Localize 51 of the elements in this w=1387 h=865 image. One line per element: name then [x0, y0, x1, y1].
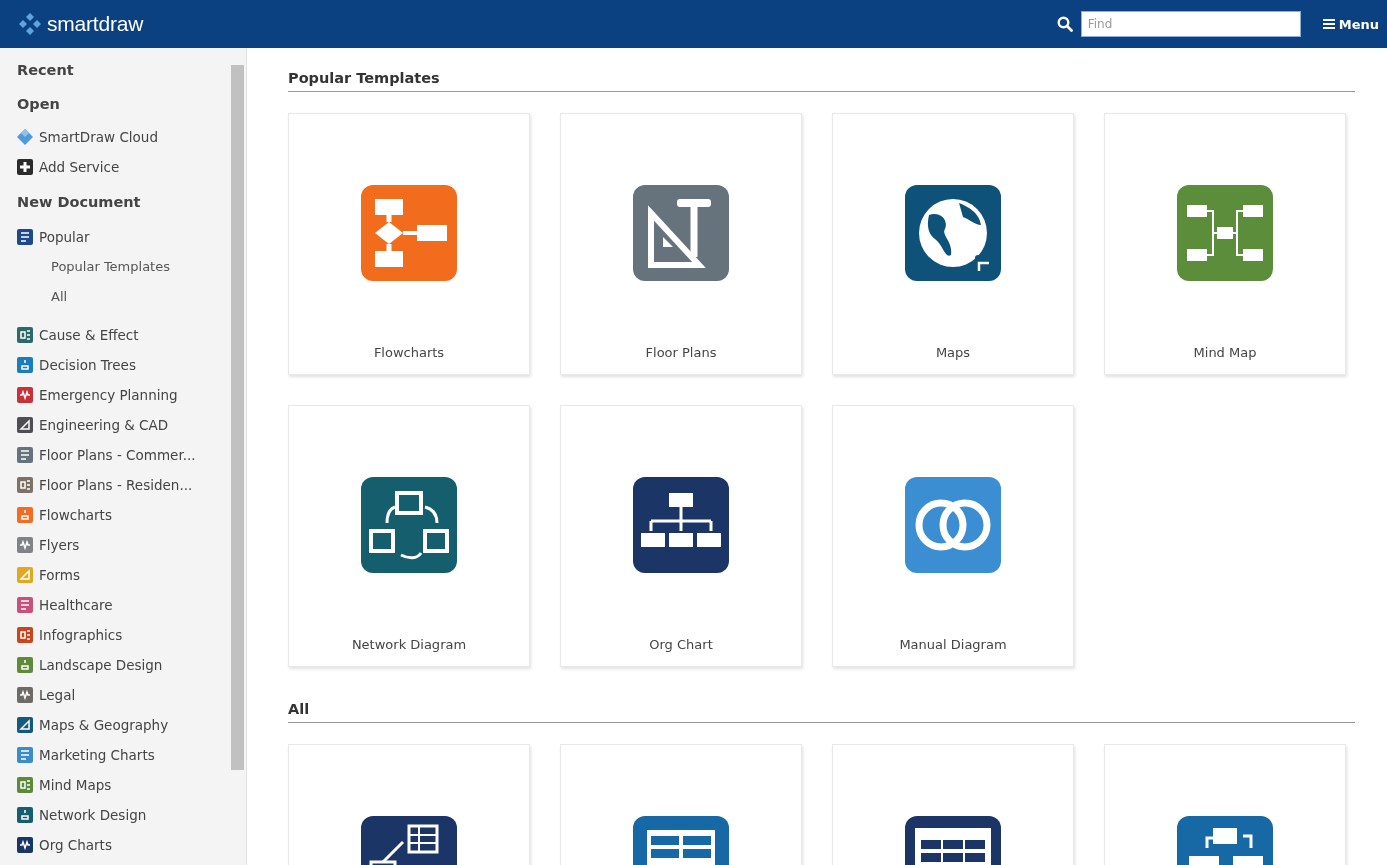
- template-card[interactable]: Network Diagram: [288, 405, 530, 667]
- sidebar-item[interactable]: Engineering & CAD: [39, 417, 169, 433]
- sidebar-item[interactable]: Decision Trees: [39, 357, 136, 373]
- logo-text: smartdraw: [47, 12, 144, 36]
- template-card[interactable]: Org Chart: [560, 405, 802, 667]
- logo-icon: [18, 12, 42, 36]
- sidebar-item[interactable]: Legal: [39, 687, 76, 703]
- cloud-logo-icon: [17, 129, 33, 145]
- scrollbar-thumb[interactable]: [231, 65, 244, 770]
- menu-icon: [1322, 19, 1335, 29]
- menu-button[interactable]: Menu: [1322, 16, 1379, 32]
- template-label: Org Chart: [649, 637, 713, 652]
- section-heading: All: [288, 701, 1355, 723]
- template-card[interactable]: Mind Map: [1104, 113, 1346, 375]
- template-label: Flowcharts: [373, 345, 445, 360]
- template-label: Maps: [935, 345, 971, 360]
- sidebar-item[interactable]: Maps & Geography: [39, 717, 169, 733]
- sidebar-item[interactable]: Cause & Effect: [39, 327, 139, 343]
- sidebar-item[interactable]: Flyers: [39, 537, 80, 553]
- sidebar-item[interactable]: Emergency Planning: [39, 387, 178, 403]
- template-card[interactable]: Flowcharts: [288, 113, 530, 375]
- sidebar-item[interactable]: Org Charts: [39, 837, 112, 853]
- sidebar-subitem[interactable]: Popular Templates: [17, 252, 229, 282]
- sidebar-item[interactable]: Landscape Design: [39, 657, 163, 673]
- sidebar-item[interactable]: Floor Plans - Commer...: [39, 447, 196, 463]
- template-card[interactable]: Maps: [832, 113, 1074, 375]
- sidebar-item[interactable]: SmartDraw Cloud: [39, 129, 158, 145]
- sidebar-item[interactable]: Healthcare: [39, 597, 113, 613]
- sidebar-item[interactable]: Infographics: [39, 627, 123, 643]
- plus-icon: [17, 159, 33, 175]
- template-label: Floor Plans: [645, 345, 717, 360]
- sidebar-item[interactable]: Add Service: [39, 159, 120, 175]
- sidebar-item[interactable]: Forms: [39, 567, 81, 583]
- section-heading: Popular Templates: [288, 70, 1355, 92]
- sidebar-item[interactable]: Flowcharts: [39, 507, 112, 523]
- template-label: Network Diagram: [351, 637, 467, 652]
- template-label: Mind Map: [1193, 345, 1257, 360]
- search-icon[interactable]: [1056, 16, 1073, 32]
- sidebar-item[interactable]: Marketing Charts: [39, 747, 155, 763]
- template-card[interactable]: Floor Plans: [560, 113, 802, 375]
- template-card[interactable]: Manual Diagram: [832, 405, 1074, 667]
- sidebar-item[interactable]: Popular: [39, 229, 90, 245]
- template-label: Manual Diagram: [899, 637, 1007, 652]
- sidebar-item[interactable]: Floor Plans - Residen...: [39, 477, 193, 493]
- sidebar-item[interactable]: Network Design: [39, 807, 147, 823]
- section-heading[interactable]: Recent: [17, 60, 229, 94]
- sidebar-subitem[interactable]: All: [17, 282, 229, 312]
- sidebar-item[interactable]: Mind Maps: [39, 777, 112, 793]
- section-heading[interactable]: Open: [17, 94, 229, 126]
- search-field[interactable]: Find: [1080, 11, 1301, 37]
- section-heading[interactable]: New Document: [17, 192, 229, 226]
